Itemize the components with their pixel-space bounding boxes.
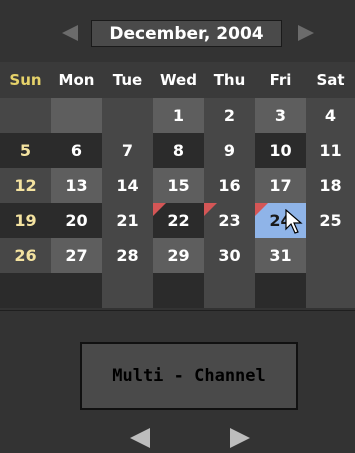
day-cell[interactable]: 5 (0, 133, 51, 168)
weekday-mon: Mon (51, 62, 102, 98)
day-cell (51, 98, 102, 133)
day-cell[interactable]: 19 (0, 203, 51, 238)
next-month-arrow-icon[interactable] (298, 25, 314, 41)
day-cell-marked[interactable]: 22 (153, 203, 204, 238)
day-cell[interactable]: 28 (102, 238, 153, 273)
day-cell[interactable]: 16 (204, 168, 255, 203)
calendar-grid: Sun Mon Tue Wed Thu Fri Sat 1 2 3 4 5 6 … (0, 62, 355, 310)
day-cell (306, 238, 355, 273)
day-cell (0, 273, 51, 308)
weekday-tue: Tue (102, 62, 153, 98)
calendar-panel: December, 2004 Sun Mon Tue Wed Thu Fri S… (0, 0, 355, 453)
weekday-thu: Thu (204, 62, 255, 98)
day-cell[interactable]: 10 (255, 133, 306, 168)
weekday-fri: Fri (255, 62, 306, 98)
day-cell-selected[interactable]: 24 (255, 203, 306, 238)
day-cell[interactable]: 6 (51, 133, 102, 168)
day-cell[interactable]: 30 (204, 238, 255, 273)
day-cell[interactable]: 3 (255, 98, 306, 133)
next-page-arrow-icon[interactable] (230, 428, 250, 448)
day-cell (102, 273, 153, 308)
day-cell[interactable]: 20 (51, 203, 102, 238)
day-cell (204, 273, 255, 308)
section-divider (0, 310, 355, 311)
day-cell[interactable]: 1 (153, 98, 204, 133)
event-marker-icon (255, 203, 268, 216)
day-cell[interactable]: 12 (0, 168, 51, 203)
day-cell[interactable]: 25 (306, 203, 355, 238)
day-cell (51, 273, 102, 308)
day-cell (0, 98, 51, 133)
multi-channel-button[interactable]: Multi - Channel (80, 342, 298, 410)
weekday-sun: Sun (0, 62, 51, 98)
day-cell[interactable]: 31 (255, 238, 306, 273)
weekday-sat: Sat (306, 62, 355, 98)
mouse-cursor-icon (285, 209, 303, 234)
day-number: 23 (218, 211, 241, 230)
day-cell[interactable]: 11 (306, 133, 355, 168)
day-cell[interactable]: 27 (51, 238, 102, 273)
week-row-4: 19 20 21 22 23 24 25 (0, 203, 355, 238)
day-cell[interactable]: 15 (153, 168, 204, 203)
day-cell[interactable]: 8 (153, 133, 204, 168)
weekday-wed: Wed (153, 62, 204, 98)
day-cell[interactable]: 17 (255, 168, 306, 203)
day-cell (255, 273, 306, 308)
event-marker-icon (153, 203, 166, 216)
day-cell[interactable]: 9 (204, 133, 255, 168)
week-row-6 (0, 273, 355, 308)
day-cell-marked[interactable]: 23 (204, 203, 255, 238)
day-cell (153, 273, 204, 308)
day-cell[interactable]: 2 (204, 98, 255, 133)
prev-page-arrow-icon[interactable] (130, 428, 150, 448)
day-cell[interactable]: 26 (0, 238, 51, 273)
month-title[interactable]: December, 2004 (91, 20, 282, 47)
day-cell[interactable]: 21 (102, 203, 153, 238)
day-cell[interactable]: 18 (306, 168, 355, 203)
week-row-2: 5 6 7 8 9 10 11 (0, 133, 355, 168)
day-cell[interactable]: 14 (102, 168, 153, 203)
day-cell (306, 273, 355, 308)
calendar-header: December, 2004 (0, 0, 355, 62)
day-cell[interactable]: 7 (102, 133, 153, 168)
day-cell[interactable]: 4 (306, 98, 355, 133)
prev-month-arrow-icon[interactable] (62, 25, 78, 41)
week-row-3: 12 13 14 15 16 17 18 (0, 168, 355, 203)
day-number: 22 (167, 211, 190, 230)
event-marker-icon (204, 203, 217, 216)
week-row-1: 1 2 3 4 (0, 98, 355, 133)
day-cell (102, 98, 153, 133)
day-cell[interactable]: 29 (153, 238, 204, 273)
day-cell[interactable]: 13 (51, 168, 102, 203)
weekday-header-row: Sun Mon Tue Wed Thu Fri Sat (0, 62, 355, 98)
week-row-5: 26 27 28 29 30 31 (0, 238, 355, 273)
